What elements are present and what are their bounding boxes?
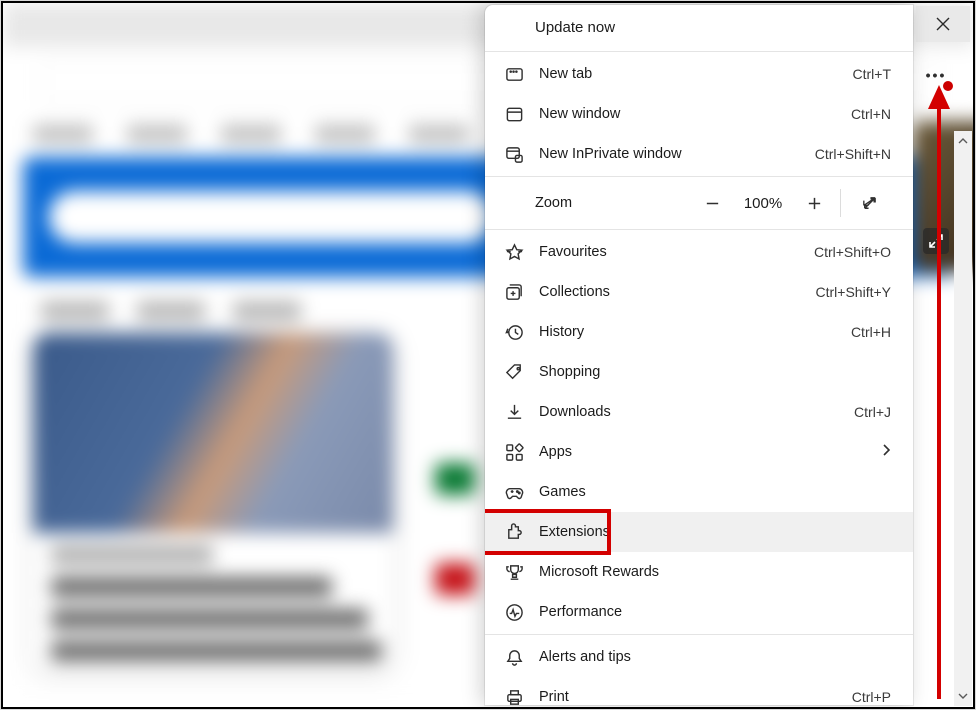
menu-label: New window [539,106,851,122]
menu-item-update-now[interactable]: Update now [485,5,913,49]
collections-icon [503,281,525,303]
menu-item-downloads[interactable]: Downloads Ctrl+J [485,392,913,432]
menu-divider [485,634,913,635]
zoom-out-button[interactable] [690,183,734,223]
menu-item-zoom: Zoom 100% [485,179,913,227]
tag-icon [503,361,525,383]
menu-item-collections[interactable]: Collections Ctrl+Shift+Y [485,272,913,312]
menu-item-shopping[interactable]: Shopping [485,352,913,392]
menu-item-apps[interactable]: Apps [485,432,913,472]
minus-icon [704,195,721,212]
history-icon [503,321,525,343]
fullscreen-icon [861,195,878,212]
menu-label: New InPrivate window [539,146,815,162]
menu-label: Favourites [539,244,814,260]
menu-label: Performance [539,604,891,620]
settings-menu: Update now New tab Ctrl+T New window Ctr… [485,5,913,705]
menu-label: Collections [539,284,816,300]
menu-shortcut: Ctrl+H [851,324,891,340]
page-scrollbar[interactable] [954,131,972,706]
menu-divider [485,51,913,52]
apps-icon [503,441,525,463]
chevron-right-icon [881,443,891,461]
chevron-down-icon [958,691,968,701]
menu-shortcut: Ctrl+Shift+N [815,146,891,162]
menu-label: Alerts and tips [539,649,891,665]
menu-shortcut: Ctrl+J [854,404,891,420]
menu-item-new-window[interactable]: New window Ctrl+N [485,94,913,134]
scroll-up-button[interactable] [954,131,972,151]
menu-shortcut: Ctrl+Shift+O [814,244,891,260]
menu-item-history[interactable]: History Ctrl+H [485,312,913,352]
close-icon [936,17,950,31]
app-frame: ••• Update now New tab Ctrl+T New windo [1,1,975,709]
update-badge [941,79,955,93]
bell-icon [503,646,525,668]
download-icon [503,401,525,423]
settings-and-more-button[interactable]: ••• [919,59,953,91]
inprivate-icon [503,143,525,165]
plus-icon [806,195,823,212]
chevron-up-icon [958,136,968,146]
annotation-arrow [935,85,943,699]
menu-label: History [539,324,851,340]
menu-label: Print [539,689,852,705]
menu-label: Apps [539,444,881,460]
menu-item-rewards[interactable]: Microsoft Rewards [485,552,913,592]
menu-shortcut: Ctrl+Shift+Y [816,284,891,300]
print-icon [503,686,525,705]
menu-item-new-inprivate[interactable]: New InPrivate window Ctrl+Shift+N [485,134,913,174]
menu-label: New tab [539,66,853,82]
menu-item-print[interactable]: Print Ctrl+P [485,677,913,705]
menu-label: Downloads [539,404,854,420]
menu-shortcut: Ctrl+T [853,66,892,82]
puzzle-icon [503,521,525,543]
new-tab-icon [503,63,525,85]
zoom-value: 100% [734,195,792,212]
menu-item-alerts[interactable]: Alerts and tips [485,637,913,677]
menu-divider [485,229,913,230]
menu-item-performance[interactable]: Performance [485,592,913,632]
zoom-label: Zoom [535,195,572,211]
trophy-icon [503,561,525,583]
menu-item-games[interactable]: Games [485,472,913,512]
divider [840,189,841,217]
scroll-down-button[interactable] [954,686,972,706]
menu-label: Extensions [539,524,891,540]
menu-shortcut: Ctrl+N [851,106,891,122]
menu-label: Microsoft Rewards [539,564,891,580]
menu-item-favourites[interactable]: Favourites Ctrl+Shift+O [485,232,913,272]
menu-item-new-tab[interactable]: New tab Ctrl+T [485,54,913,94]
pulse-icon [503,601,525,623]
star-icon [503,241,525,263]
window-close-button[interactable] [916,6,970,42]
games-icon [503,481,525,503]
menu-item-extensions[interactable]: Extensions [485,512,913,552]
menu-label: Shopping [539,364,891,380]
menu-shortcut: Ctrl+P [852,689,891,705]
menu-label: Update now [535,19,891,36]
menu-label: Games [539,484,891,500]
fullscreen-button[interactable] [847,183,891,223]
menu-divider [485,176,913,177]
new-window-icon [503,103,525,125]
zoom-in-button[interactable] [792,183,836,223]
